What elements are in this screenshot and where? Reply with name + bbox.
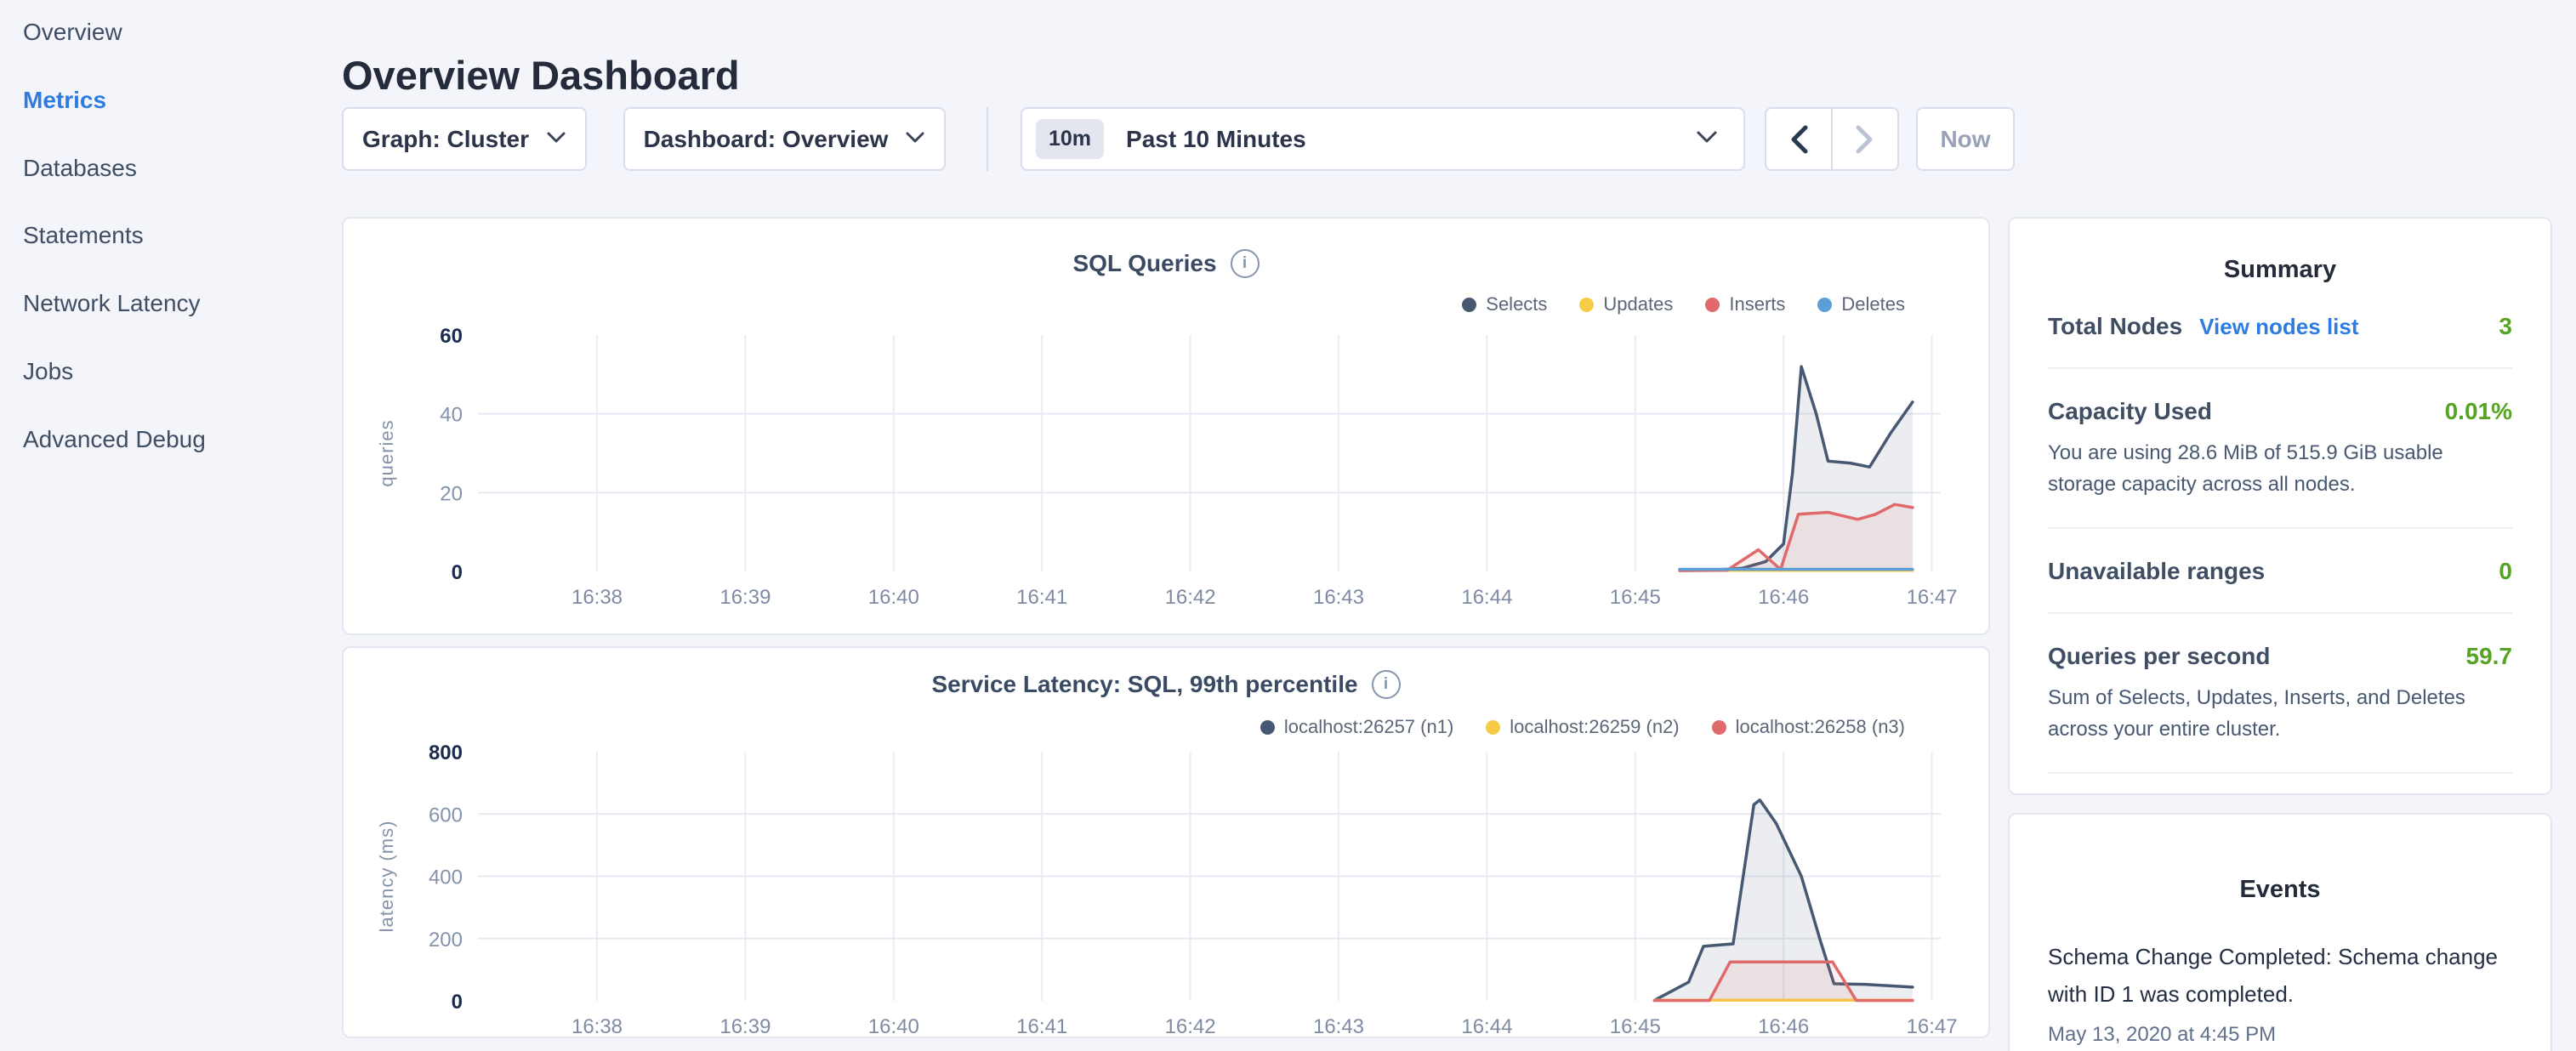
x-tick-label: 16:46 (1758, 1015, 1809, 1038)
x-tick-label: 16:42 (1165, 586, 1216, 609)
summary-row-value: 59.7 (2466, 643, 2513, 670)
event-text: Schema Change Completed: Schema change w… (2048, 938, 2512, 1013)
y-tick-label: 0 (452, 991, 463, 1014)
info-icon[interactable]: i (1372, 670, 1401, 699)
summary-row-value: 3 (2499, 313, 2512, 340)
summary-row-unavailable-ranges: Unavailable ranges 0 (2048, 558, 2512, 585)
sidebar-item-metrics[interactable]: Metrics (23, 88, 106, 113)
step-forward-button[interactable] (1833, 109, 1897, 169)
chevron-down-icon (905, 131, 925, 148)
summary-row-label: Total Nodes (2048, 313, 2182, 340)
dashboard-dropdown[interactable]: Dashboard: Overview (623, 107, 946, 171)
legend-dot-icon (1260, 720, 1275, 735)
legend-dot-icon (1462, 298, 1476, 312)
x-tick-label: 16:45 (1610, 1015, 1661, 1038)
x-tick-label: 16:40 (868, 1015, 919, 1038)
summary-row-capacity: Capacity Used 0.01% (2048, 398, 2512, 425)
x-tick-label: 16:43 (1313, 586, 1364, 609)
summary-row-value: 0 (2499, 558, 2512, 585)
y-tick-label: 200 (429, 929, 463, 952)
graph-scope-dropdown[interactable]: Graph: Cluster (342, 107, 587, 171)
sidebar-item-statements[interactable]: Statements (23, 223, 144, 248)
dashboard-dropdown-label: Dashboard: Overview (644, 126, 889, 153)
x-tick-label: 16:44 (1461, 1015, 1512, 1038)
x-tick-label: 16:41 (1016, 586, 1067, 609)
x-tick-label: 16:38 (571, 1015, 623, 1038)
legend-dot-icon (1579, 298, 1594, 312)
x-tick-label: 16:38 (571, 586, 623, 609)
summary-row-total-nodes: Total Nodes View nodes list 3 (2048, 313, 2512, 340)
y-tick-label: 60 (440, 325, 463, 348)
x-tick-label: 16:40 (868, 586, 919, 609)
legend-dot-icon (1712, 720, 1726, 735)
events-panel: Events Schema Change Completed: Schema c… (2008, 813, 2552, 1051)
y-tick-label: 20 (440, 482, 463, 505)
legend-dot-icon (1486, 720, 1500, 735)
legend-dot-icon (1705, 298, 1720, 312)
y-axis-title: queries (376, 419, 397, 486)
summary-row-label: Capacity Used (2048, 398, 2212, 425)
step-back-button[interactable] (1766, 109, 1831, 169)
x-tick-label: 16:46 (1758, 586, 1809, 609)
x-tick-label: 16:43 (1313, 1015, 1364, 1038)
sidebar-item-jobs[interactable]: Jobs (23, 359, 73, 384)
x-tick-label: 16:39 (719, 586, 771, 609)
divider (2048, 367, 2512, 369)
events-title: Events (2010, 876, 2550, 904)
y-tick-label: 0 (452, 561, 463, 584)
graph-scope-label: Graph: Cluster (362, 126, 529, 153)
y-tick-label: 400 (429, 866, 463, 889)
summary-row-value: 0.01% (2445, 398, 2512, 425)
sidebar-item-databases[interactable]: Databases (23, 156, 137, 181)
sidebar-item-advanced-debug[interactable]: Advanced Debug (23, 427, 206, 452)
service-latency-chart-card: Service Latency: SQL, 99th percentile i l… (342, 646, 1990, 1038)
service-latency-plot[interactable]: 16:38 16:39 16:40 16:41 16:42 16:43 16:44 16:45… (344, 733, 1990, 1038)
divider (2048, 612, 2512, 614)
y-tick-label: 600 (429, 804, 463, 827)
now-button[interactable]: Now (1916, 107, 2015, 171)
summary-row-description: You are using 28.6 MiB of 515.9 GiB usab… (2048, 437, 2512, 500)
x-tick-label: 16:47 (1907, 1015, 1958, 1038)
sql-queries-plot[interactable]: 16:38 16:39 16:40 16:41 16:42 16:43 16:44 16:45… (344, 312, 1990, 635)
toolbar-divider (987, 107, 988, 171)
summary-title: Summary (2010, 256, 2550, 284)
y-tick-label: 40 (440, 404, 463, 427)
summary-row-label: Queries per second (2048, 643, 2270, 670)
time-range-dropdown[interactable]: 10m Past 10 Minutes (1021, 107, 1745, 171)
chevron-down-icon (546, 131, 566, 148)
divider (2048, 772, 2512, 774)
summary-row-label: Unavailable ranges (2048, 558, 2265, 585)
x-tick-label: 16:44 (1461, 586, 1512, 609)
x-tick-label: 16:42 (1165, 1015, 1216, 1038)
info-icon[interactable]: i (1231, 249, 1260, 278)
now-button-label: Now (1940, 126, 1990, 153)
sidebar-item-network-latency[interactable]: Network Latency (23, 291, 201, 316)
chart-title: SQL Queries (1072, 250, 1216, 276)
view-nodes-list-link[interactable]: View nodes list (2199, 314, 2358, 340)
x-tick-label: 16:45 (1610, 586, 1661, 609)
time-range-badge: 10m (1036, 119, 1104, 159)
time-step-button-group (1765, 107, 1899, 171)
y-axis-title: latency (ms) (376, 821, 397, 933)
y-tick-label: 800 (429, 741, 463, 764)
event-list-item[interactable]: Schema Change Completed: Schema change w… (2010, 938, 2550, 1047)
x-tick-label: 16:41 (1016, 1015, 1067, 1038)
divider (2048, 527, 2512, 529)
sidebar-item-overview[interactable]: Overview (23, 20, 122, 45)
summary-panel: Summary Total Nodes View nodes list 3 Ca… (2008, 217, 2552, 795)
x-tick-label: 16:47 (1907, 586, 1958, 609)
event-timestamp: May 13, 2020 at 4:45 PM (2048, 1023, 2512, 1047)
x-tick-label: 16:39 (719, 1015, 771, 1038)
summary-row-qps: Queries per second 59.7 (2048, 643, 2512, 670)
sql-queries-chart-card: SQL Queriesi SelectsUpdatesInsertsDelete… (342, 217, 1990, 635)
db-console-page: Overview Metrics Databases Statements Networ… (0, 0, 2576, 1051)
time-range-label: Past 10 Minutes (1126, 126, 1696, 153)
summary-row-description: Sum of Selects, Updates, Inserts, and De… (2048, 682, 2512, 745)
legend-dot-icon (1817, 298, 1832, 312)
chevron-down-icon (1696, 130, 1718, 148)
page-title: Overview Dashboard (342, 52, 740, 99)
sidebar-nav: Overview Metrics Databases Statements Networ… (0, 0, 340, 1051)
chart-title: Service Latency: SQL, 99th percentile (931, 671, 1357, 697)
